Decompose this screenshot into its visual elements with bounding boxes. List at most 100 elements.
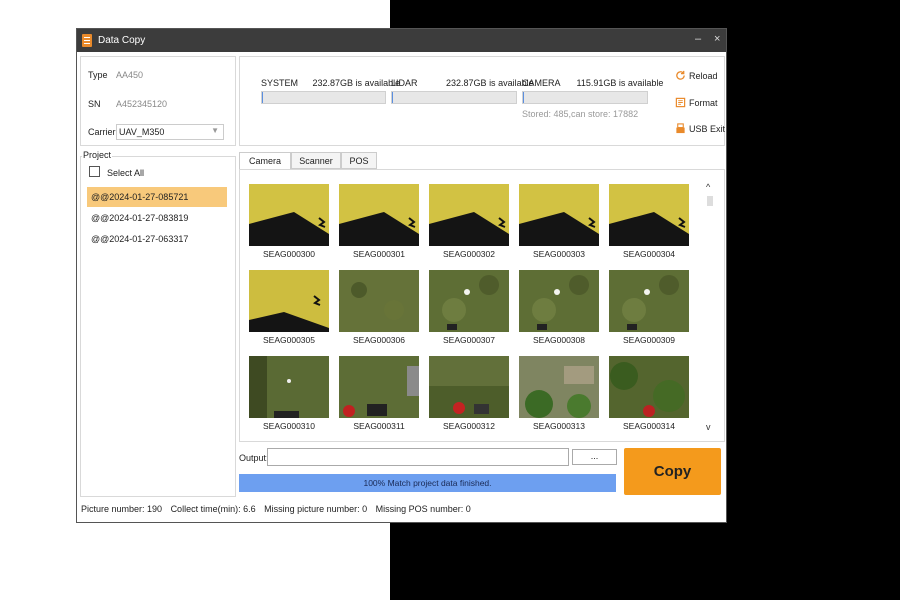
image-thumbnail-item[interactable]: SEAG000304 [609,184,699,266]
window-title: Data Copy [98,35,146,46]
image-name: SEAG000307 [443,335,495,345]
title-bar: Data Copy – × [77,29,726,52]
storage-system: SYSTEM 232.87GB is available [261,78,400,88]
format-button[interactable]: Format [675,97,718,108]
image-name: SEAG000309 [623,335,675,345]
tab-camera[interactable]: Camera [239,152,291,170]
image-name: SEAG000308 [533,335,585,345]
tab-scanner[interactable]: Scanner [291,152,341,169]
storage-camera-fill [523,92,525,103]
storage-system-available: 232.87GB is available [312,78,401,88]
browse-button[interactable]: ... [572,449,617,465]
storage-system-bar [261,91,386,104]
progress-bar: 100% Match project data finished. [239,474,616,492]
image-thumbnail-item[interactable]: SEAG000312 [429,356,519,438]
storage-camera: CAMERA 115.91GB is available [522,78,663,88]
close-button[interactable]: × [714,33,720,46]
usb-exit-label: USB Exit [689,124,726,134]
storage-system-fill [262,92,264,103]
image-thumbnail-item[interactable]: SEAG000309 [609,270,699,352]
image-grid-panel: SEAG000300 SEAG000301 SEAG000302 SEAG000303… [239,169,725,442]
output-label: Output: [239,453,269,463]
vertical-scrollbar[interactable]: ^ v [705,182,715,432]
image-thumbnail [339,270,419,332]
missing-picture-number: Missing picture number: 0 [264,504,368,514]
image-thumbnail [609,270,689,332]
image-thumbnail-item[interactable]: SEAG000310 [249,356,339,438]
carrier-select[interactable]: UAV_M350 ▼ [116,124,224,140]
image-thumbnail-item[interactable]: SEAG000314 [609,356,699,438]
image-name: SEAG000311 [353,421,405,431]
image-thumbnail-item[interactable]: SEAG000305 [249,270,339,352]
image-thumbnail-item[interactable]: SEAG000300 [249,184,339,266]
scroll-down-icon[interactable]: v [706,422,711,432]
sn-value: A452345120 [116,99,168,109]
storage-lidar-bar [391,91,517,104]
scroll-thumb[interactable] [707,196,713,206]
image-thumbnail [609,184,689,246]
select-all-label: Select All [107,168,145,178]
image-thumbnail [519,270,599,332]
picture-number: Picture number: 190 [81,504,163,514]
image-thumbnail [249,184,329,246]
image-name: SEAG000314 [623,421,675,431]
type-label: Type [88,70,108,80]
sn-label: SN [88,99,101,109]
storage-lidar-fill [392,92,394,103]
image-thumbnail [339,356,419,418]
storage-panel: SYSTEM 232.87GB is available LIDAR 232.8… [239,56,725,146]
image-name: SEAG000306 [353,335,405,345]
image-thumbnail-item[interactable]: SEAG000306 [339,270,429,352]
app-icon [82,34,92,47]
image-name: SEAG000310 [263,421,315,431]
missing-pos-number: Missing POS number: 0 [375,504,471,514]
reload-button[interactable]: Reload [675,70,718,81]
image-thumbnail-item[interactable]: SEAG000302 [429,184,519,266]
image-name: SEAG000300 [263,249,315,259]
storage-system-name: SYSTEM [261,78,299,88]
project-label: Project [82,150,113,160]
image-name: SEAG000313 [533,421,585,431]
image-thumbnail [429,356,509,418]
minimize-button[interactable]: – [695,33,701,46]
image-thumbnail-item[interactable]: SEAG000307 [429,270,519,352]
output-path-input[interactable] [267,448,569,466]
carrier-label: Carrier [88,127,116,137]
select-all-checkbox[interactable] [89,166,100,177]
project-item[interactable]: @@2024-01-27-085721 [87,187,227,207]
format-icon [675,97,686,108]
device-info-panel: Type AA450 SN A452345120 Carrier UAV_M35… [80,56,236,146]
image-thumbnail [339,184,419,246]
reload-label: Reload [689,71,718,81]
image-thumbnail [429,184,509,246]
project-item[interactable]: @@2024-01-27-063317 [87,229,227,249]
storage-lidar-available: 232.87GB is available [446,78,534,88]
image-thumbnail [249,356,329,418]
storage-camera-name: CAMERA [522,78,561,88]
image-name: SEAG000312 [443,421,495,431]
image-thumbnail [519,184,599,246]
project-item[interactable]: @@2024-01-27-083819 [87,208,227,228]
storage-camera-available: 115.91GB is available [576,78,664,88]
image-name: SEAG000302 [443,249,495,259]
tab-pos[interactable]: POS [341,152,377,169]
image-thumbnail-item[interactable]: SEAG000311 [339,356,429,438]
type-value: AA450 [116,70,144,80]
data-copy-window: Data Copy – × Type AA450 SN A452345120 C… [76,28,727,523]
image-thumbnail-item[interactable]: SEAG000303 [519,184,609,266]
image-name: SEAG000301 [353,249,405,259]
image-name: SEAG000305 [263,335,315,345]
image-thumbnail [429,270,509,332]
collect-time: Collect time(min): 6.6 [170,504,256,514]
status-bar: Picture number: 190 Collect time(min): 6… [81,504,477,514]
usb-exit-button[interactable]: USB Exit [675,123,725,134]
image-thumbnail-item[interactable]: SEAG000313 [519,356,609,438]
scroll-up-icon[interactable]: ^ [706,182,710,192]
copy-button[interactable]: Copy [624,448,721,495]
usb-icon [676,123,685,134]
image-thumbnail-item[interactable]: SEAG000301 [339,184,429,266]
chevron-down-icon: ▼ [211,126,219,135]
storage-lidar: LIDAR 232.87GB is available [391,78,534,88]
format-label: Format [689,98,718,108]
image-thumbnail-item[interactable]: SEAG000308 [519,270,609,352]
